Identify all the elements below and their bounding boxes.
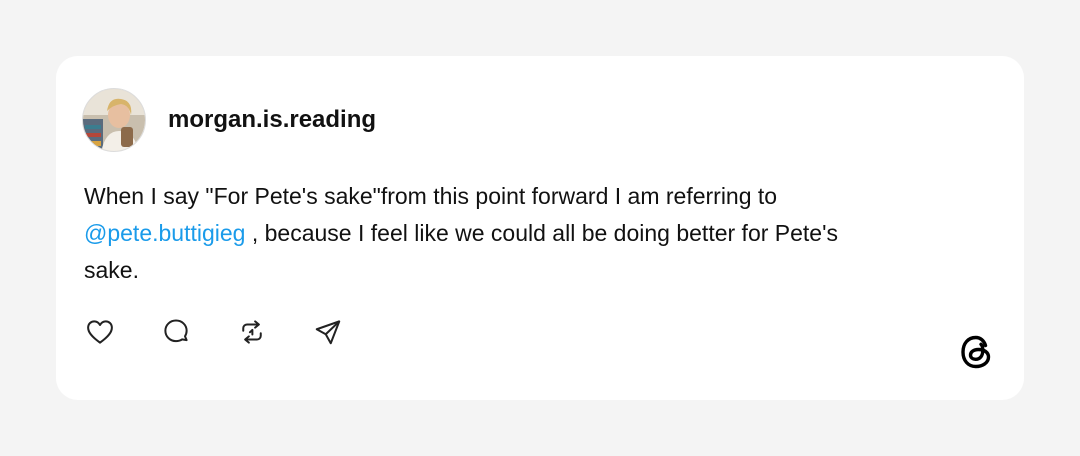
- action-bar: [84, 314, 386, 350]
- post-text-part-1: When I say "For Pete's sake"from this po…: [84, 183, 778, 209]
- send-icon: [315, 320, 341, 345]
- avatar[interactable]: [82, 88, 146, 152]
- share-button[interactable]: [310, 314, 346, 350]
- comment-icon: [164, 319, 188, 343]
- repost-button[interactable]: [234, 314, 270, 350]
- threads-logo-icon[interactable]: [956, 332, 996, 372]
- reply-button[interactable]: [158, 314, 194, 350]
- mention-link[interactable]: @pete.buttigieg: [84, 220, 245, 246]
- post-card: morgan.is.reading When I say "For Pete's…: [56, 56, 1024, 400]
- username[interactable]: morgan.is.reading: [168, 106, 376, 134]
- repost-icon: [242, 320, 262, 344]
- post-header: morgan.is.reading: [82, 88, 376, 152]
- post-body: When I say "For Pete's sake"from this po…: [84, 178, 884, 289]
- like-button[interactable]: [82, 314, 118, 350]
- heart-icon: [87, 320, 113, 344]
